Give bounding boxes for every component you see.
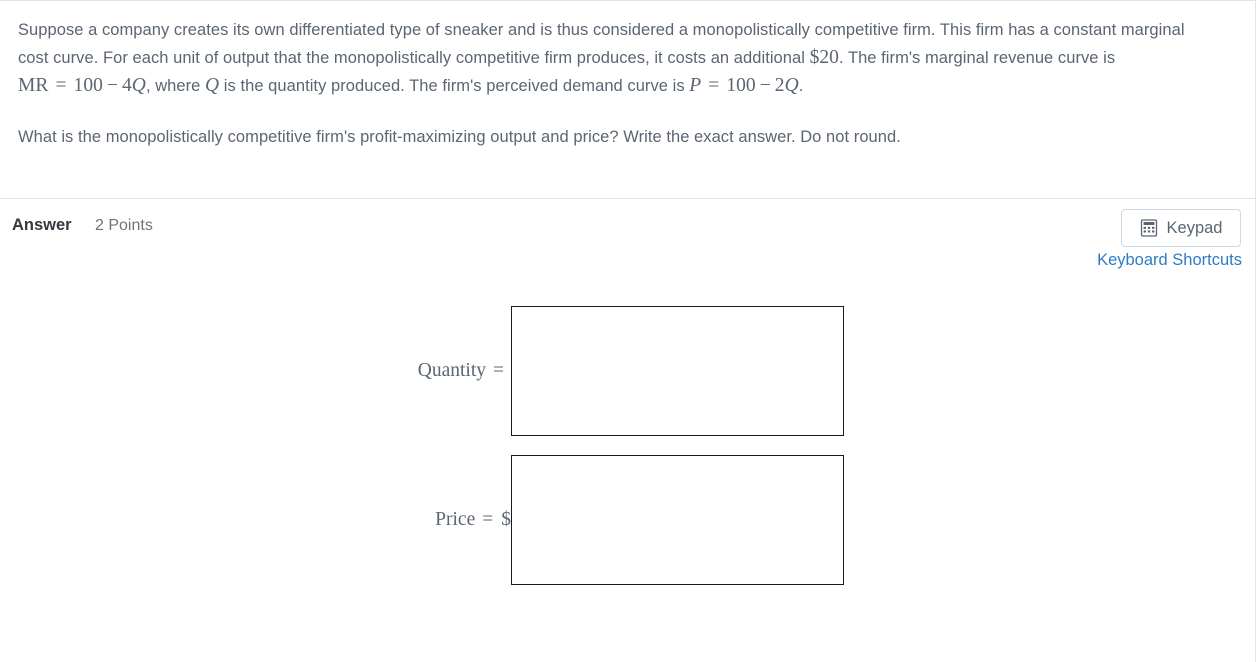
- question-page: Suppose a company creates its own differ…: [0, 0, 1256, 662]
- p-variable: Q: [784, 75, 799, 96]
- answer-header-bar: Answer 2 Points Keypad Keyboard Shortcut…: [0, 199, 1255, 289]
- points-badge: 2 Points: [95, 217, 153, 234]
- p-slope: 2: [774, 75, 785, 96]
- question-block: Suppose a company creates its own differ…: [0, 1, 1255, 165]
- quantity-equals-sign: =: [493, 360, 504, 381]
- quantity-label-text: Quantity: [417, 360, 486, 381]
- demand-equation: P = 100−2Q: [689, 75, 798, 96]
- quantity-variable-math: Q: [205, 75, 219, 96]
- mr-slope: 4: [121, 75, 132, 96]
- price-currency-symbol: $: [501, 509, 511, 530]
- mr-intercept: 100: [73, 75, 103, 96]
- question-period: .: [798, 77, 804, 95]
- price-field-label: Price = $: [0, 509, 511, 531]
- price-field-row: Price = $: [0, 455, 844, 585]
- question-text-is-quantity: is the quantity produced. The firm's per…: [219, 77, 690, 95]
- keypad-button-label: Keypad: [1166, 218, 1223, 237]
- answer-title: Answer: [12, 216, 72, 234]
- quantity-input[interactable]: [511, 306, 844, 436]
- mr-label: MR: [18, 75, 49, 96]
- price-label-text: Price: [435, 509, 476, 530]
- p-equals: =: [708, 75, 720, 96]
- question-paragraph-2: What is the monopolistically competitive…: [18, 128, 901, 146]
- quantity-field-row: Quantity =: [0, 306, 844, 436]
- marginal-revenue-equation: MR = 100−4Q: [18, 75, 146, 96]
- cost-amount-value: $20: [809, 47, 839, 68]
- question-text-where: , where: [145, 77, 206, 95]
- keyboard-shortcuts-link[interactable]: Keyboard Shortcuts: [1097, 251, 1242, 270]
- quantity-variable: Q: [205, 75, 220, 96]
- p-label: P: [689, 75, 702, 96]
- cost-amount-math: $20: [810, 47, 839, 68]
- price-equals-sign: =: [482, 509, 494, 530]
- p-minus: −: [759, 75, 771, 96]
- question-paragraph-1: Suppose a company creates its own differ…: [18, 17, 1203, 100]
- mr-minus: −: [106, 75, 118, 96]
- question-text: Suppose a company creates its own differ…: [18, 17, 1203, 151]
- question-text-after-cost: . The firm's marginal revenue curve is: [838, 49, 1116, 67]
- price-input[interactable]: [511, 455, 844, 585]
- mr-variable: Q: [131, 75, 146, 96]
- calculator-keypad-icon: [1140, 219, 1158, 237]
- keypad-button[interactable]: Keypad: [1121, 209, 1241, 247]
- p-intercept: 100: [726, 75, 756, 96]
- mr-equals: =: [55, 75, 67, 96]
- quantity-field-label: Quantity =: [0, 360, 511, 382]
